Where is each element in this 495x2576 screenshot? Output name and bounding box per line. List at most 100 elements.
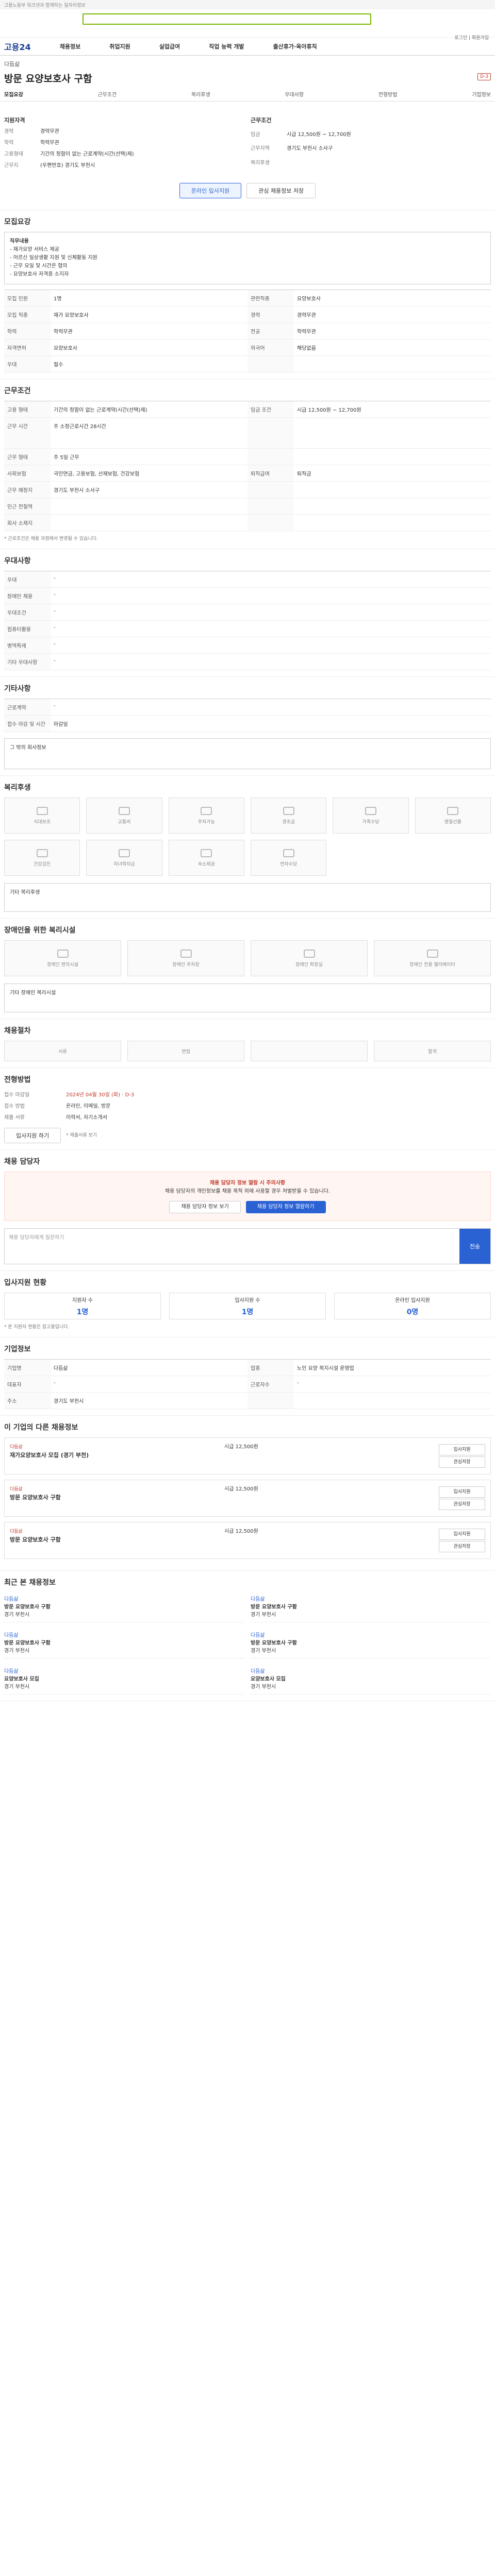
nav-item-training[interactable]: 직업 능력 개발 xyxy=(209,42,244,50)
recruit-section: 모집요강 직무내용 - 재가요양 서비스 제공 - 어르신 일상생활 지원 및 … xyxy=(0,210,495,379)
card-title[interactable]: 방문 요양보호사 구함 xyxy=(10,1494,220,1502)
rec-title[interactable]: 요양보호사 모집 xyxy=(251,1675,491,1683)
cell-value xyxy=(51,515,248,531)
method-section: 전형방법 접수 마감일 2024년 04월 30일 (화) · D-3 접수 방법… xyxy=(0,1068,495,1150)
desc-line: - 어르신 일상생활 지원 및 신체활동 지원 xyxy=(10,255,97,261)
send-button[interactable]: 전송 xyxy=(459,1229,490,1264)
method-note[interactable]: * 제출서류 보기 xyxy=(66,1132,97,1139)
bookmark-button[interactable]: 관심 채용정보 저장 xyxy=(246,183,316,198)
top-notice-bar: 고용노동부 워크넷과 함께하는 일자리정보 xyxy=(0,0,495,9)
apply-button[interactable]: 온라인 입사지원 xyxy=(179,183,242,198)
tab-welfare[interactable]: 복리후생 xyxy=(191,90,210,98)
card-apply-button[interactable]: 입사지원 xyxy=(439,1486,485,1498)
recommend-item[interactable]: 다듬삶 요양보호사 모집 경기 부천시 xyxy=(4,1665,244,1694)
cell-value: 경력무관 xyxy=(294,307,491,323)
cell-key: 우대조건 xyxy=(4,604,51,621)
section-title: 전형방법 xyxy=(4,1076,31,1084)
cell-value: 퇴직금 xyxy=(294,465,491,482)
cell-key xyxy=(248,418,294,449)
kv-value: 2024년 04월 30일 (화) · D-3 xyxy=(66,1092,135,1098)
welfare-etc: 기타 복리후생 xyxy=(4,883,491,912)
card-save-button[interactable]: 관심저장 xyxy=(439,1456,485,1468)
card-apply-button[interactable]: 입사지원 xyxy=(439,1529,485,1540)
recommend-item[interactable]: 다듬삶 방문 요양보호사 구함 경기 부천시 xyxy=(251,1592,491,1622)
search-input[interactable] xyxy=(82,13,371,25)
card-save-button[interactable]: 관심저장 xyxy=(439,1541,485,1552)
card-pay: 시급 12,500원 xyxy=(224,1486,258,1492)
summary-left-heading: 지원자격 xyxy=(4,117,25,124)
rec-title[interactable]: 방문 요양보호사 구함 xyxy=(251,1639,491,1647)
kv-key: 고용형태 xyxy=(4,151,23,157)
disabled-item: 장애인 편의시설 xyxy=(4,940,121,976)
cell-key: 우대 xyxy=(4,571,51,588)
card-title[interactable]: 재가요양보호사 모집 (경기 부천) xyxy=(10,1451,220,1460)
cell-key: 기타 우대사항 xyxy=(4,654,51,670)
site-logo[interactable]: 고용24 xyxy=(4,40,31,53)
nav-item-benefit[interactable]: 실업급여 xyxy=(159,42,180,50)
welfare-item: 건강검진 xyxy=(4,840,80,876)
question-textarea[interactable]: 채용 담당자에게 질문하기 전송 xyxy=(4,1228,491,1264)
section-title: 기타사항 xyxy=(4,685,31,693)
card-title[interactable]: 방문 요양보호사 구함 xyxy=(10,1536,220,1544)
disabled-icons: 장애인 편의시설 장애인 주차장 장애인 화장실 장애인 전용 엘리베이터 xyxy=(4,940,491,976)
job-card[interactable]: 다듬삶 방문 요양보호사 구함 시급 12,500원 입사지원 관심저장 xyxy=(4,1480,491,1517)
recommend-item[interactable]: 다듬삶 방문 요양보호사 구함 경기 부천시 xyxy=(251,1629,491,1658)
rec-title[interactable]: 요양보호사 모집 xyxy=(4,1675,244,1683)
disabled-label: 장애인 전용 엘리베이터 xyxy=(409,962,455,968)
welfare-label: 자녀학자금 xyxy=(113,861,135,867)
job-card[interactable]: 다듬삶 방문 요양보호사 구함 시급 12,500원 입사지원 관심저장 xyxy=(4,1522,491,1559)
tab-prefer[interactable]: 우대사항 xyxy=(285,90,304,98)
cell-value: - xyxy=(51,637,491,654)
restroom-icon xyxy=(303,949,315,958)
section-title: 장애인을 위한 복리시설 xyxy=(4,926,76,935)
cell-key: 임금 조건 xyxy=(248,401,294,418)
selection-steps: 서류 면접 합격 xyxy=(4,1041,491,1061)
tab-work[interactable]: 근무조건 xyxy=(97,90,117,98)
cell-value: - xyxy=(51,604,491,621)
nav-item-jobs[interactable]: 채용정보 xyxy=(60,42,80,50)
cell-key: 업종 xyxy=(248,1360,294,1376)
recommend-item[interactable]: 다듬삶 방문 요양보호사 구함 경기 부천시 xyxy=(4,1592,244,1622)
rec-title[interactable]: 방문 요양보호사 구함 xyxy=(251,1603,491,1611)
parking-icon xyxy=(180,949,192,958)
cell-value xyxy=(294,482,491,498)
welfare-label: 건강검진 xyxy=(34,861,51,867)
cell-key: 근무 예정지 xyxy=(4,482,51,498)
card-save-button[interactable]: 관심저장 xyxy=(439,1499,485,1510)
job-description: 직무내용 - 재가요양 서비스 제공 - 어르신 일상생활 지원 및 신체활동 … xyxy=(4,232,491,284)
nav-item-support[interactable]: 취업지원 xyxy=(109,42,130,50)
welfare-item: 숙소제공 xyxy=(168,840,244,876)
stat-label: 입사지원 수 xyxy=(235,1297,260,1303)
method-apply-button[interactable]: 입사지원 하기 xyxy=(4,1128,61,1143)
tab-recruit[interactable]: 모집요강 xyxy=(4,90,23,98)
contact-open-button[interactable]: 채용 담당자 정보 열람하기 xyxy=(245,1201,326,1213)
recommend-item[interactable]: 다듬삶 방문 요양보호사 구함 경기 부천시 xyxy=(4,1629,244,1658)
recommend-grid: 다듬삶 방문 요양보호사 구함 경기 부천시 다듬삶 방문 요양보호사 구함 경기 부천… xyxy=(4,1592,491,1694)
welfare-item: 가족수당 xyxy=(333,798,409,834)
kv-key: 근무지역 xyxy=(251,146,270,151)
welfare-item: 교통비 xyxy=(86,798,162,834)
cell-value: 학력무관 xyxy=(294,323,491,340)
welfare-item: 경조금 xyxy=(250,798,327,834)
cell-key: 고용 형태 xyxy=(4,401,51,418)
stat-value: 0명 xyxy=(406,1308,419,1316)
tab-method[interactable]: 전형방법 xyxy=(378,90,398,98)
card-apply-button[interactable]: 입사지원 xyxy=(439,1444,485,1455)
contact-view-button[interactable]: 채용 담당자 정보 보기 xyxy=(169,1201,241,1213)
tab-company[interactable]: 기업정보 xyxy=(472,90,491,98)
rec-company: 다듬삶 xyxy=(251,1669,265,1674)
job-card[interactable]: 다듬삶 재가요양보호사 모집 (경기 부천) 시급 12,500원 입사지원 관심저… xyxy=(4,1437,491,1475)
login-links[interactable]: 로그인 | 회원가입 xyxy=(454,34,489,41)
cell-value xyxy=(294,356,491,372)
rec-title[interactable]: 방문 요양보호사 구함 xyxy=(4,1603,244,1611)
summary-left: 지원자격 경력 경력무관 학력 학력무관 고용형태 기간의 정함이 없는 근로계약(시… xyxy=(4,115,244,172)
stat-item: 온라인 입사지원 0명 xyxy=(334,1293,491,1319)
cell-key: 컴퓨터활용 xyxy=(4,621,51,637)
welfare-label: 식대보조 xyxy=(34,819,51,825)
nav-item-leave[interactable]: 출산휴가·육아휴직 xyxy=(273,42,317,50)
rec-title[interactable]: 방문 요양보호사 구함 xyxy=(4,1639,244,1647)
cell-key: 인근 전철역 xyxy=(4,498,51,515)
card-company: 다듬삶 xyxy=(10,1529,23,1534)
recommend-item[interactable]: 다듬삶 요양보호사 모집 경기 부천시 xyxy=(251,1665,491,1694)
cell-key: 기업명 xyxy=(4,1360,51,1376)
